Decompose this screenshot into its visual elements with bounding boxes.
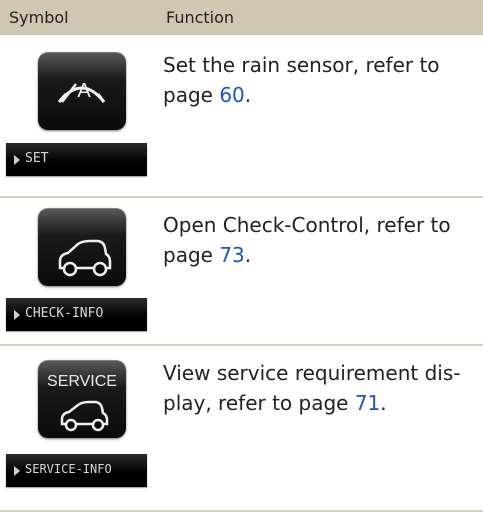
row-divider [0, 510, 483, 512]
function-punctuation: . [244, 83, 252, 107]
function-text: Set the rain sensor, refer to page 60. [163, 50, 473, 110]
table-row: CHECK-INFO Open Check-Control, refer to … [0, 198, 483, 349]
check-info-display-bar: CHECK-INFO [6, 298, 147, 331]
page-link[interactable]: 73 [219, 243, 244, 267]
function-column-header: Function [166, 8, 235, 27]
arrow-icon [14, 310, 20, 320]
wiper-rain-sensor-icon: A [38, 52, 126, 130]
table-header: Symbol Function [0, 0, 483, 35]
svg-text:A: A [77, 80, 91, 102]
function-punctuation: . [244, 243, 252, 267]
function-punctuation: . [380, 391, 387, 415]
arrow-icon [14, 466, 20, 476]
function-description: View service requirement dis-play, refer… [163, 361, 461, 415]
symbol-column-header: Symbol [9, 8, 69, 27]
arrow-icon [14, 155, 20, 165]
function-description: Set the rain sensor, refer to page [163, 53, 440, 107]
function-text: Open Check-Control, refer to page 73. [163, 210, 473, 270]
set-display-bar: SET [6, 143, 147, 176]
page-link[interactable]: 71 [355, 391, 380, 415]
function-text: View service requirement dis-play, refer… [163, 358, 473, 418]
bar-label: SET [25, 151, 49, 166]
car-check-control-icon [38, 208, 126, 286]
bar-label: SERVICE-INFO [25, 462, 112, 476]
function-description: Open Check-Control, refer to page [163, 213, 451, 267]
bar-label: CHECK-INFO [25, 306, 104, 321]
service-info-display-bar: SERVICE-INFO [6, 454, 147, 487]
service-car-icon: SERVICE [38, 360, 126, 438]
table-row: A SET Set the rain sensor, refer to page… [0, 35, 483, 205]
page-link[interactable]: 60 [219, 83, 244, 107]
table-row: SERVICE SERVICE-INFO View service requir… [0, 346, 483, 510]
